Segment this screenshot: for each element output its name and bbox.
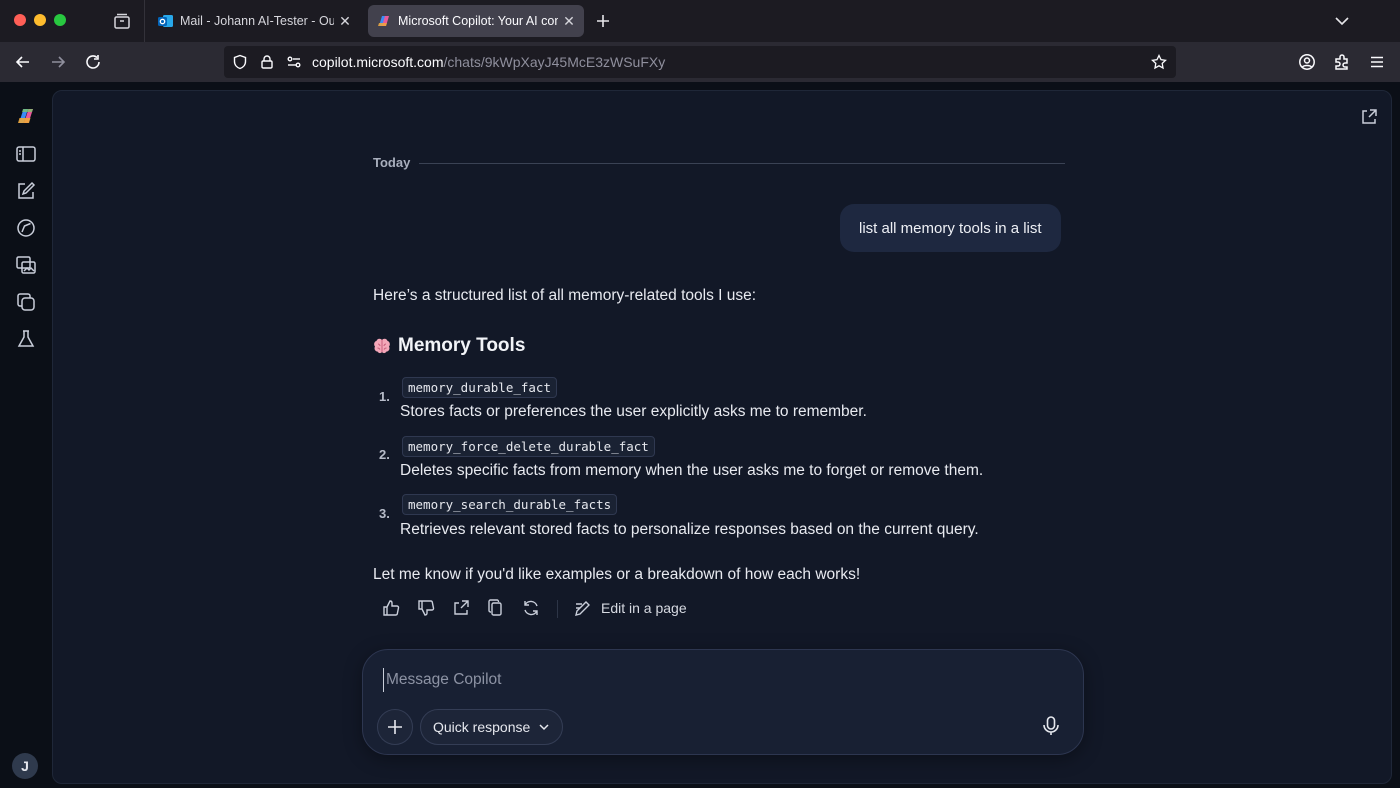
list-item-description: Deletes specific facts from memory when … (400, 462, 984, 479)
maximize-window-button[interactable] (54, 14, 66, 26)
tab-copilot[interactable]: Microsoft Copilot: Your AI companion ✕ (368, 5, 584, 37)
imagine-icon[interactable] (15, 254, 37, 276)
close-window-button[interactable] (14, 14, 26, 26)
edit-in-page-label: Edit in a page (601, 600, 687, 616)
chevron-down-icon[interactable] (1334, 13, 1350, 29)
forward-arrow-icon[interactable] (49, 53, 67, 71)
date-divider-label: Today (373, 155, 411, 170)
message-input[interactable] (383, 668, 1003, 692)
plus-icon (388, 720, 402, 734)
copilot-icon (378, 16, 389, 26)
shield-icon[interactable] (232, 54, 248, 70)
url-path: /chats/9kWpXayJ45McE3zWSuFXy (443, 54, 666, 70)
new-chat-icon[interactable] (15, 180, 37, 202)
discover-icon[interactable] (15, 217, 37, 239)
site-permissions-icon[interactable] (286, 54, 302, 70)
reload-icon[interactable] (84, 53, 102, 71)
actions-divider (557, 600, 558, 618)
sidebar-toggle-icon[interactable] (15, 143, 37, 165)
avatar[interactable]: J (12, 753, 38, 779)
response-outro: Let me know if you'd like examples or a … (373, 566, 861, 583)
url-host: copilot.microsoft.com (312, 54, 444, 70)
response-heading: Memory Tools (372, 335, 525, 357)
inline-code: memory_force_delete_durable_fact (402, 436, 655, 457)
inline-code: memory_durable_fact (402, 377, 557, 398)
browser-tab-strip: Mail - Johann AI-Tester - Outlook ✕ Micr… (0, 0, 1400, 42)
left-rail: J (0, 82, 52, 788)
menu-icon[interactable] (1368, 53, 1386, 71)
close-tab-icon[interactable]: ✕ (338, 14, 352, 28)
response-mode-dropdown[interactable]: Quick response (420, 709, 564, 745)
thumbs-up-icon[interactable] (381, 598, 401, 618)
copy-icon[interactable] (486, 598, 506, 618)
response-heading-text: Memory Tools (398, 335, 526, 356)
back-arrow-icon[interactable] (14, 53, 32, 71)
list-number: 1. (379, 389, 390, 404)
copilot-logo-icon[interactable] (15, 105, 37, 127)
tab-divider (144, 0, 145, 42)
microphone-icon[interactable] (1039, 714, 1063, 738)
minimize-window-button[interactable] (34, 14, 46, 26)
regenerate-icon[interactable] (521, 598, 541, 618)
list-item-description: Stores facts or preferences the user exp… (400, 403, 867, 420)
outlook-icon (158, 15, 173, 27)
chevron-down-icon (539, 724, 549, 731)
response-intro: Here’s a structured list of all memory-r… (373, 287, 757, 304)
address-bar[interactable]: copilot.microsoft.com/chats/9kWpXayJ45Mc… (224, 46, 1176, 78)
date-divider-line (419, 163, 1065, 164)
new-tab-icon[interactable] (594, 12, 612, 30)
browser-toolbar: copilot.microsoft.com/chats/9kWpXayJ45Mc… (0, 42, 1400, 82)
tab-outlook-mail[interactable]: Mail - Johann AI-Tester - Outlook ✕ (150, 5, 360, 37)
inline-code: memory_search_durable_facts (402, 494, 618, 515)
tab-groups-icon[interactable] (112, 11, 132, 31)
bookmark-star-icon[interactable] (1151, 54, 1167, 70)
tab-title: Mail - Johann AI-Tester - Outlook (180, 14, 334, 28)
lock-icon[interactable] (259, 54, 275, 70)
close-tab-icon[interactable]: ✕ (562, 14, 576, 28)
list-number: 2. (379, 447, 390, 462)
account-icon[interactable] (1298, 53, 1316, 71)
response-mode-label: Quick response (433, 719, 531, 735)
url-text[interactable]: copilot.microsoft.com/chats/9kWpXayJ45Mc… (312, 54, 665, 70)
edit-in-page-button[interactable]: Edit in a page (573, 598, 687, 618)
share-icon[interactable] (1359, 107, 1379, 127)
labs-icon[interactable] (15, 328, 37, 350)
chat-panel: Today list all memory tools in a list He… (52, 90, 1392, 784)
tab-title: Microsoft Copilot: Your AI companion (398, 14, 558, 28)
add-attachment-button[interactable] (377, 709, 413, 745)
copilot-app: J Today list all memory tools in a list … (0, 82, 1400, 788)
window-controls (14, 14, 66, 26)
user-message-bubble: list all memory tools in a list (840, 204, 1061, 252)
extensions-icon[interactable] (1333, 53, 1351, 71)
list-number: 3. (379, 506, 390, 521)
message-composer: Quick response (362, 649, 1084, 755)
pages-icon[interactable] (15, 291, 37, 313)
list-item-description: Retrieves relevant stored facts to perso… (400, 521, 979, 538)
brain-icon (374, 338, 390, 354)
share-icon[interactable] (451, 598, 471, 618)
thumbs-down-icon[interactable] (416, 598, 436, 618)
pen-page-icon (575, 601, 590, 616)
